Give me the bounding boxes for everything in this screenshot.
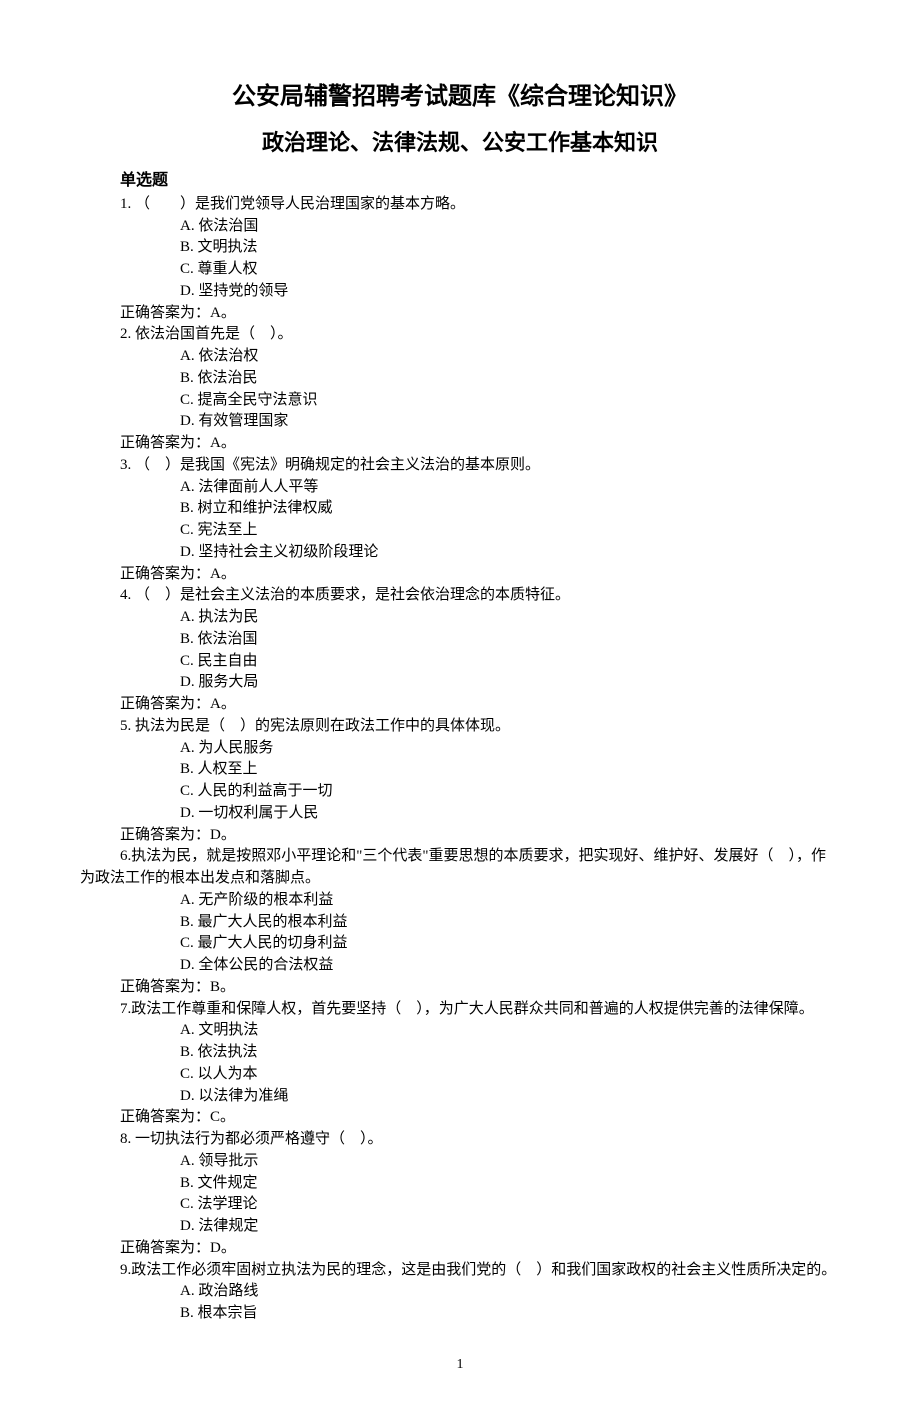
question-option: A. 政治路线 (180, 1281, 840, 1303)
correct-answer: 正确答案为：A。 (120, 433, 840, 455)
section-heading: 单选题 (120, 169, 840, 192)
question-option: B. 依法治民 (180, 368, 840, 390)
question-stem: 8. 一切执法行为都必须严格遵守（ ）。 (120, 1129, 840, 1151)
question-stem: 2. 依法治国首先是（ ）。 (120, 324, 840, 346)
question-option: B. 文件规定 (180, 1173, 840, 1195)
question-option: B. 依法治国 (180, 629, 840, 651)
question-option: B. 根本宗旨 (180, 1303, 840, 1325)
question-option: D. 坚持党的领导 (180, 281, 840, 303)
question-stem: 5. 执法为民是（ ）的宪法原则在政法工作中的具体体现。 (120, 716, 840, 738)
question-stem: 3. （ ）是我国《宪法》明确规定的社会主义法治的基本原则。 (120, 455, 840, 477)
question-option: B. 依法执法 (180, 1042, 840, 1064)
question-option: C. 人民的利益高于一切 (180, 781, 840, 803)
question-option: A. 无产阶级的根本利益 (180, 890, 840, 912)
correct-answer: 正确答案为：B。 (120, 977, 840, 999)
doc-title-1: 公安局辅警招聘考试题库《综合理论知识》 (80, 80, 840, 115)
question-option: B. 最广大人民的根本利益 (180, 912, 840, 934)
question-option: A. 为人民服务 (180, 738, 840, 760)
question-stem: 6.执法为民，就是按照邓小平理论和"三个代表"重要思想的本质要求，把实现好、维护… (80, 846, 840, 890)
question-option: D. 以法律为准绳 (180, 1086, 840, 1108)
question-option: D. 有效管理国家 (180, 411, 840, 433)
page-number: 1 (80, 1355, 840, 1375)
question-option: A. 领导批示 (180, 1151, 840, 1173)
doc-title-2: 政治理论、法律法规、公安工作基本知识 (80, 127, 840, 159)
question-option: A. 依法治国 (180, 216, 840, 238)
question-stem: 7.政法工作尊重和保障人权，首先要坚持（ ），为广大人民群众共同和普遍的人权提供… (80, 999, 840, 1021)
correct-answer: 正确答案为：A。 (120, 303, 840, 325)
question-option: C. 尊重人权 (180, 259, 840, 281)
question-option: A. 依法治权 (180, 346, 840, 368)
question-option: D. 法律规定 (180, 1216, 840, 1238)
question-stem: 1. （ ）是我们党领导人民治理国家的基本方略。 (120, 194, 840, 216)
question-option: A. 执法为民 (180, 607, 840, 629)
correct-answer: 正确答案为：A。 (120, 694, 840, 716)
question-option: C. 民主自由 (180, 651, 840, 673)
questions-container: 1. （ ）是我们党领导人民治理国家的基本方略。A. 依法治国B. 文明执法C.… (80, 194, 840, 1325)
question-option: C. 宪法至上 (180, 520, 840, 542)
question-option: A. 法律面前人人平等 (180, 477, 840, 499)
question-option: B. 文明执法 (180, 237, 840, 259)
question-option: D. 全体公民的合法权益 (180, 955, 840, 977)
question-stem: 4. （ ）是社会主义法治的本质要求，是社会依治理念的本质特征。 (120, 585, 840, 607)
question-option: B. 树立和维护法律权威 (180, 498, 840, 520)
question-option: D. 服务大局 (180, 672, 840, 694)
correct-answer: 正确答案为：D。 (120, 1238, 840, 1260)
question-option: C. 最广大人民的切身利益 (180, 933, 840, 955)
question-option: A. 文明执法 (180, 1020, 840, 1042)
question-stem: 9.政法工作必须牢固树立执法为民的理念，这是由我们党的（ ）和我们国家政权的社会… (80, 1260, 840, 1282)
question-option: C. 提高全民守法意识 (180, 390, 840, 412)
question-option: D. 坚持社会主义初级阶段理论 (180, 542, 840, 564)
correct-answer: 正确答案为：D。 (120, 825, 840, 847)
question-option: C. 法学理论 (180, 1194, 840, 1216)
correct-answer: 正确答案为：C。 (120, 1107, 840, 1129)
correct-answer: 正确答案为：A。 (120, 564, 840, 586)
question-option: C. 以人为本 (180, 1064, 840, 1086)
question-option: B. 人权至上 (180, 759, 840, 781)
question-option: D. 一切权利属于人民 (180, 803, 840, 825)
